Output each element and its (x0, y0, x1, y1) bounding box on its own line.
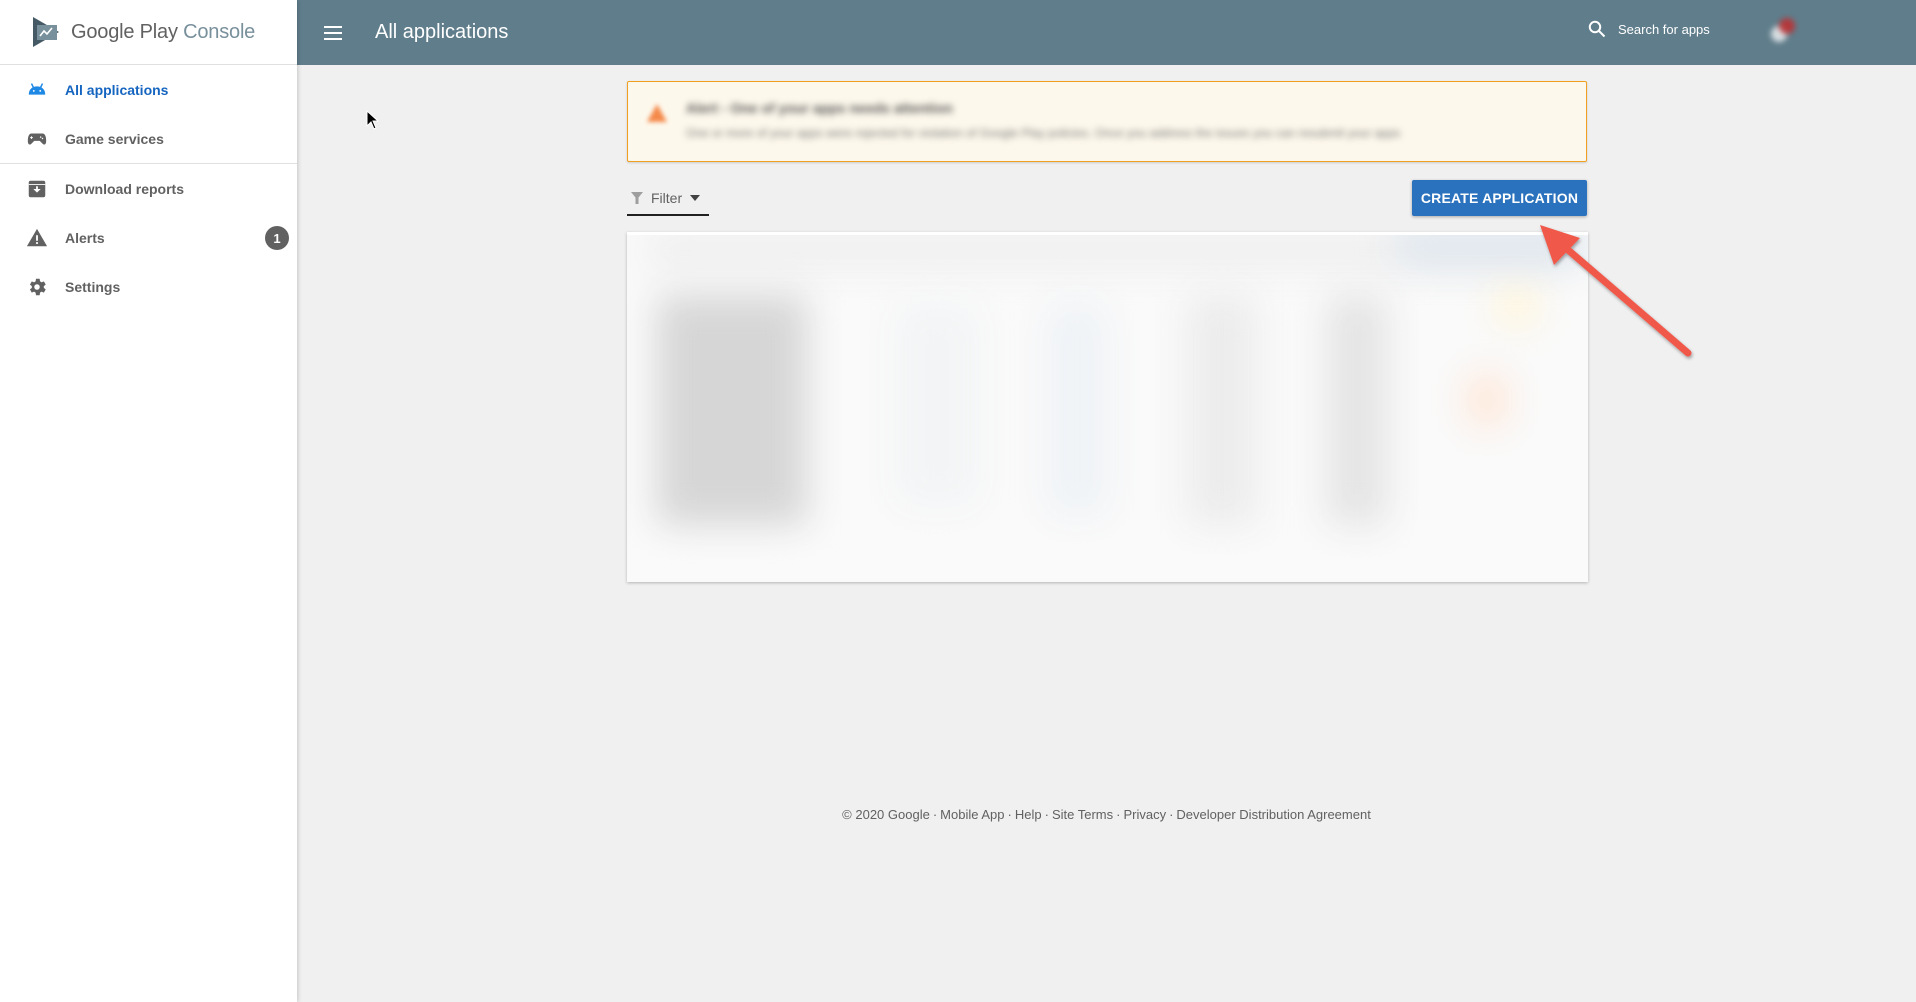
sidebar-item-label: Alerts (65, 229, 105, 246)
play-console-logo-icon (33, 17, 59, 47)
sidebar-item-label: Game services (65, 130, 164, 147)
redacted-column (1187, 295, 1257, 525)
create-application-button[interactable]: CREATE APPLICATION (1412, 180, 1587, 216)
logo[interactable]: Google Play Console (0, 0, 297, 65)
chevron-down-icon (690, 195, 701, 201)
warning-icon (26, 227, 48, 249)
redacted-column (1047, 305, 1107, 515)
notification-indicator (1779, 18, 1795, 34)
sidebar-item-settings[interactable]: Settings (0, 262, 297, 311)
redacted-app-name-column (657, 295, 807, 525)
footer-link-help[interactable]: Help (1015, 807, 1042, 822)
notifications-button[interactable] (1765, 14, 1799, 48)
nav-group-primary: All applications Game services (0, 65, 297, 164)
mouse-cursor-icon (366, 110, 380, 130)
search-icon (1588, 20, 1606, 38)
footer-link-privacy[interactable]: Privacy (1123, 807, 1166, 822)
footer-copyright: © 2020 Google (842, 807, 930, 822)
redacted-status-column (1467, 375, 1507, 425)
hamburger-menu-icon (324, 25, 342, 40)
redacted-column (1327, 295, 1387, 525)
alert-description: One or more of your apps were rejected f… (686, 126, 1401, 140)
sidebar-item-download-reports[interactable]: Download reports (0, 164, 297, 213)
top-app-bar: All applications Search for apps ? (297, 0, 1916, 65)
footer-link-site-terms[interactable]: Site Terms (1052, 807, 1113, 822)
footer-link-mobile-app[interactable]: Mobile App (940, 807, 1004, 822)
android-icon (26, 79, 48, 101)
page-title: All applications (375, 21, 509, 43)
alerts-count-badge: 1 (265, 226, 289, 250)
gamepad-icon (26, 128, 48, 150)
nav-group-secondary: Download reports Alerts 1 Settings (0, 164, 297, 311)
footer: © 2020 Google · Mobile App · Help · Site Terms… (842, 807, 1371, 822)
search-placeholder: Search for apps (1618, 21, 1710, 37)
search-input[interactable]: Search for apps (1588, 20, 1710, 38)
sidebar-item-label: Settings (65, 278, 121, 295)
sidebar-item-label: All applications (65, 81, 169, 98)
sidebar-item-all-applications[interactable]: All applications (0, 65, 297, 114)
alert-title: Alert - One of your apps needs attention (686, 100, 953, 116)
sidebar-item-game-services[interactable]: Game services (0, 114, 297, 163)
redacted-status-column (1497, 285, 1537, 325)
sidebar-item-label: Download reports (65, 180, 185, 197)
filter-label: Filter (651, 190, 683, 206)
footer-link-developer-distribution-agreement[interactable]: Developer Distribution Agreement (1176, 807, 1370, 822)
sidebar-item-alerts[interactable]: Alerts 1 (0, 213, 297, 262)
gear-icon (26, 276, 48, 298)
warning-icon (647, 104, 667, 122)
filter-dropdown[interactable]: Filter (627, 182, 709, 216)
policy-alert-banner[interactable]: Alert - One of your apps needs attention… (627, 81, 1587, 162)
applications-table (627, 232, 1588, 582)
download-box-icon (26, 178, 48, 200)
sidebar: Google Play Console All applications Gam… (0, 0, 297, 1002)
logo-text: Google Play Console (71, 20, 256, 43)
filter-icon (631, 192, 643, 204)
menu-button[interactable] (321, 21, 345, 45)
redacted-column (897, 305, 977, 505)
redacted-header-highlight (1397, 235, 1587, 265)
